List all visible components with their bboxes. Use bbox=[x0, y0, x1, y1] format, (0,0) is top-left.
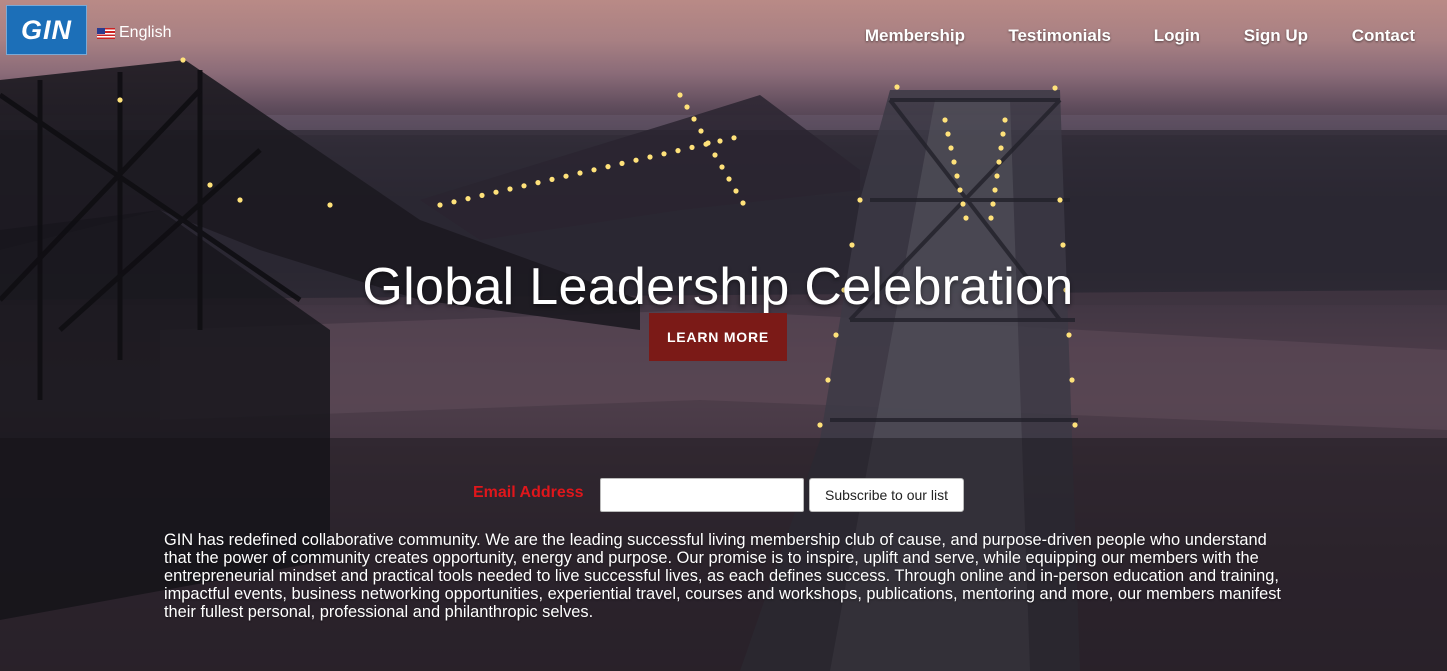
bridge-light bbox=[684, 104, 690, 110]
bridge-light bbox=[988, 215, 994, 221]
nav-login[interactable]: Login bbox=[1154, 26, 1200, 46]
bridge-light bbox=[677, 92, 683, 98]
bridge-light bbox=[957, 187, 963, 193]
bridge-light bbox=[493, 189, 499, 195]
bridge-light bbox=[563, 173, 569, 179]
bridge-light bbox=[521, 183, 527, 189]
bridge-light bbox=[207, 182, 213, 188]
bridge-light bbox=[951, 159, 957, 165]
bridge-light bbox=[619, 160, 625, 166]
nav-sign-up[interactable]: Sign Up bbox=[1244, 26, 1308, 46]
bridge-light bbox=[535, 180, 541, 186]
bridge-light bbox=[689, 144, 695, 150]
bridge-light bbox=[1072, 422, 1078, 428]
bridge-light bbox=[507, 186, 513, 192]
bridge-light bbox=[990, 201, 996, 207]
bridge-light bbox=[437, 202, 443, 208]
nav-testimonials[interactable]: Testimonials bbox=[1008, 26, 1111, 46]
bridge-light bbox=[719, 164, 725, 170]
bridge-light bbox=[577, 170, 583, 176]
gin-logo[interactable]: GIN bbox=[6, 5, 87, 55]
bridge-light bbox=[691, 116, 697, 122]
bridge-light bbox=[180, 57, 186, 63]
bridge-light bbox=[1060, 242, 1066, 248]
bridge-light bbox=[633, 157, 639, 163]
bridge-light bbox=[894, 84, 900, 90]
bridge-light bbox=[960, 201, 966, 207]
email-input[interactable] bbox=[600, 478, 804, 512]
bridge-light bbox=[712, 152, 718, 158]
bridge-light bbox=[661, 151, 667, 157]
bridge-light bbox=[675, 148, 681, 154]
bridge-light bbox=[479, 192, 485, 198]
bridge-light bbox=[726, 176, 732, 182]
bridge-light bbox=[591, 167, 597, 173]
bridge-light bbox=[1069, 377, 1075, 383]
about-text: GIN has redefined collaborative communit… bbox=[164, 531, 1281, 621]
subscribe-button[interactable]: Subscribe to our list bbox=[809, 478, 964, 512]
bridge-light bbox=[992, 187, 998, 193]
bridge-light bbox=[825, 377, 831, 383]
bridge-light bbox=[1066, 332, 1072, 338]
bridge-light bbox=[465, 196, 471, 202]
bridge-light bbox=[740, 200, 746, 206]
bridge-light bbox=[996, 159, 1002, 165]
nav-contact[interactable]: Contact bbox=[1352, 26, 1415, 46]
bridge-light bbox=[857, 197, 863, 203]
bridge-light bbox=[948, 145, 954, 151]
bridge-light bbox=[705, 140, 711, 146]
bridge-light bbox=[237, 197, 243, 203]
bridge-light bbox=[327, 202, 333, 208]
bridge-light bbox=[1057, 197, 1063, 203]
bridge-light bbox=[945, 131, 951, 137]
bridge-light bbox=[451, 199, 457, 205]
bridge-light bbox=[942, 117, 948, 123]
bridge-light bbox=[1002, 117, 1008, 123]
bridge-light bbox=[549, 176, 555, 182]
bridge-light bbox=[117, 97, 123, 103]
email-label: Email Address bbox=[473, 484, 584, 501]
us-flag-icon bbox=[97, 27, 115, 39]
language-selector[interactable]: English bbox=[97, 24, 171, 42]
bridge-light bbox=[994, 173, 1000, 179]
learn-more-button[interactable]: LEARN MORE bbox=[649, 313, 787, 361]
hero-title: Global Leadership Celebration bbox=[362, 257, 1074, 316]
bridge-light bbox=[1052, 85, 1058, 91]
bridge-light bbox=[733, 188, 739, 194]
nav-membership[interactable]: Membership bbox=[865, 26, 965, 46]
bridge-light bbox=[963, 215, 969, 221]
bridge-light bbox=[698, 128, 704, 134]
bridge-light bbox=[833, 332, 839, 338]
bridge-light bbox=[817, 422, 823, 428]
bridge-light bbox=[954, 173, 960, 179]
bridge-light bbox=[605, 164, 611, 170]
language-label: English bbox=[119, 24, 172, 41]
bridge-light bbox=[717, 138, 723, 144]
bridge-light bbox=[647, 154, 653, 160]
bridge-light bbox=[849, 242, 855, 248]
bridge-light bbox=[731, 135, 737, 141]
bridge-light bbox=[1000, 131, 1006, 137]
bridge-light bbox=[998, 145, 1004, 151]
